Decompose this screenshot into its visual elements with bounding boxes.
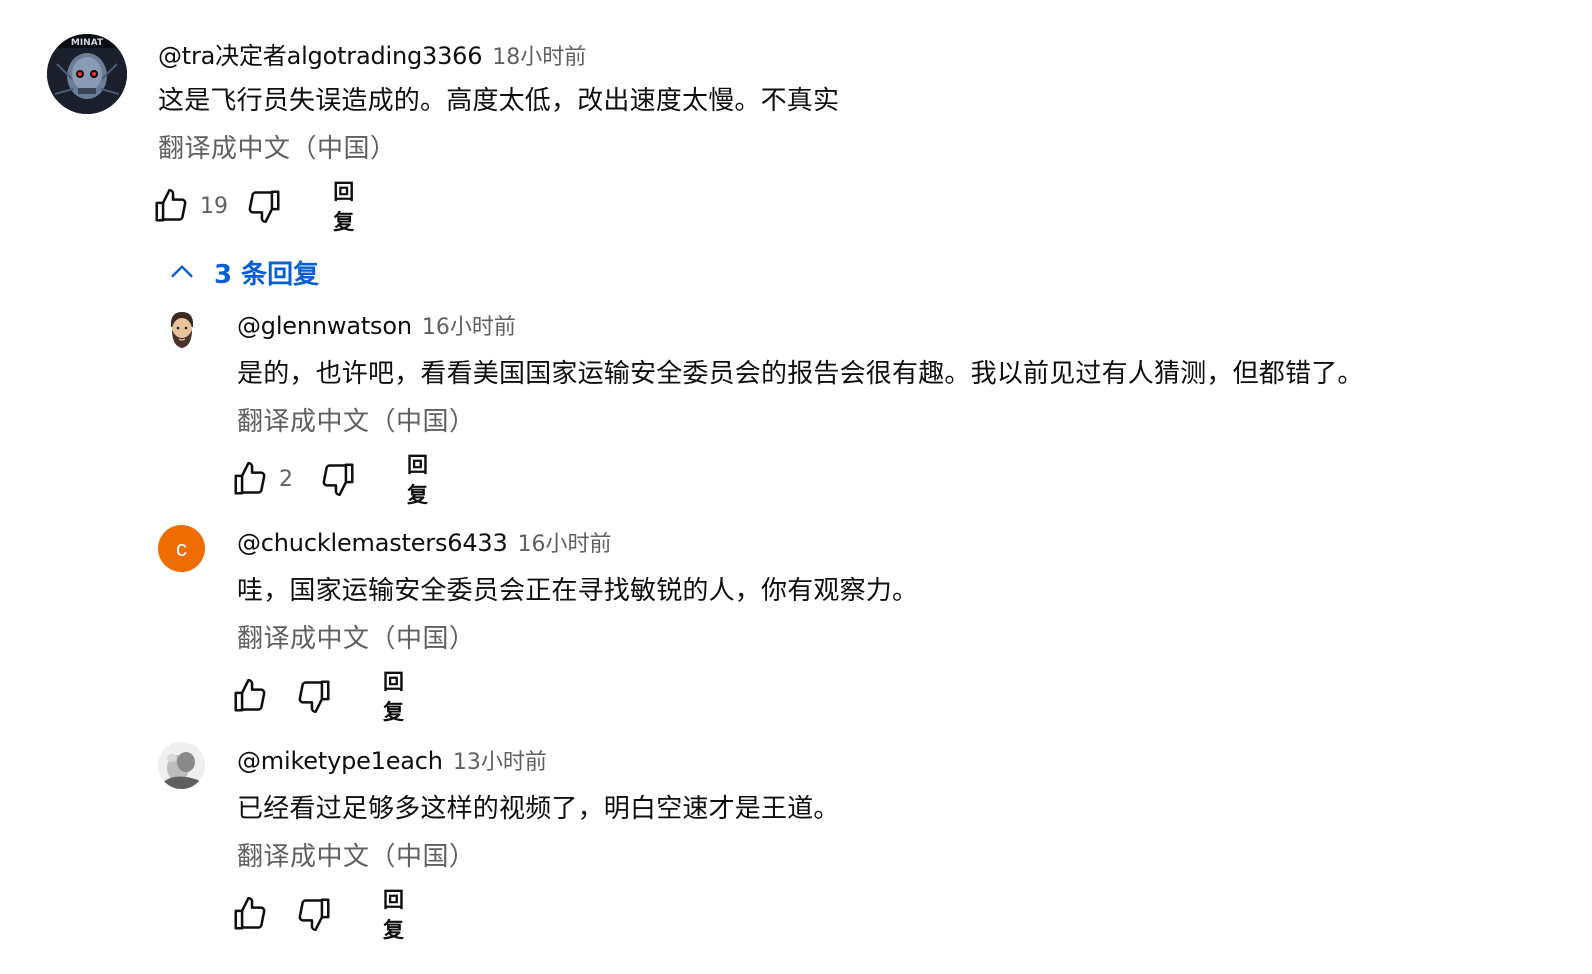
chevron-up-icon <box>171 265 193 278</box>
comment-time[interactable]: 13小时前 <box>453 744 547 776</box>
reply-button[interactable]: 回复 <box>407 449 432 509</box>
photo-avatar[interactable] <box>158 742 205 789</box>
thumb-down-icon <box>295 895 333 933</box>
thumb-up-icon <box>231 460 269 498</box>
reply-button[interactable]: 回复 <box>383 884 408 944</box>
svg-text:MINAT: MINAT <box>71 38 104 48</box>
thumb-down-icon <box>319 460 357 498</box>
comment-actions: 回复 <box>231 670 408 724</box>
dislike-button[interactable] <box>295 894 333 934</box>
bearded-man-avatar[interactable] <box>160 308 204 352</box>
comment-text: 这是飞行员失误造成的。高度太低，改出速度太慢。不真实 <box>158 86 840 116</box>
dislike-button[interactable] <box>245 186 283 226</box>
translate-link[interactable]: 翻译成中文（中国） <box>237 401 476 438</box>
author-name[interactable]: @glennwatson <box>237 312 412 340</box>
comment-actions: 19 回复 <box>152 180 365 234</box>
comment-text: 已经看过足够多这样的视频了，明白空速才是王道。 <box>237 794 840 824</box>
avatar-letter: c <box>176 535 187 561</box>
comment-actions: 2 回复 <box>231 453 432 507</box>
reply-button[interactable]: 回复 <box>383 666 408 726</box>
like-count: 2 <box>279 466 293 492</box>
photo-icon <box>158 742 205 789</box>
thumb-down-icon <box>245 187 283 225</box>
comment-text: 哇，国家运输安全委员会正在寻找敏锐的人，你有观察力。 <box>237 576 919 606</box>
reply-header: @chucklemasters6433 16小时前 <box>237 526 612 558</box>
author-name[interactable]: @miketype1each <box>237 747 443 775</box>
translate-link[interactable]: 翻译成中文（中国） <box>237 836 476 873</box>
like-button[interactable] <box>231 459 269 499</box>
dislike-button[interactable] <box>319 459 357 499</box>
thumb-up-icon <box>231 677 269 715</box>
thumb-up-icon <box>152 187 190 225</box>
like-count: 19 <box>200 193 228 219</box>
author-name[interactable]: @tra决定者algotrading3366 <box>158 36 482 71</box>
letter-avatar[interactable]: c <box>158 525 205 572</box>
translate-link[interactable]: 翻译成中文（中国） <box>237 618 476 655</box>
author-name[interactable]: @chucklemasters6433 <box>237 529 508 557</box>
terminator-skull-avatar[interactable]: MINAT <box>47 34 127 114</box>
dislike-button[interactable] <box>295 676 333 716</box>
comment-header: @tra决定者algotrading3366 18小时前 <box>158 36 586 71</box>
like-button[interactable] <box>152 186 190 226</box>
comment-time[interactable]: 16小时前 <box>422 309 516 341</box>
thumb-down-icon <box>295 677 333 715</box>
terminator-skull-icon: MINAT <box>47 34 127 114</box>
reply-button[interactable]: 回复 <box>333 176 365 236</box>
replies-toggle-button[interactable]: 3 条回复 <box>166 252 319 292</box>
reply-header: @glennwatson 16小时前 <box>237 309 516 341</box>
bearded-man-icon <box>160 308 204 352</box>
replies-count-label: 3 条回复 <box>214 259 320 290</box>
translate-link[interactable]: 翻译成中文（中国） <box>158 128 397 165</box>
thumb-up-icon <box>231 895 269 933</box>
reply-header: @miketype1each 13小时前 <box>237 744 547 776</box>
comment-text: 是的，也许吧，看看美国国家运输安全委员会的报告会很有趣。我以前见过有人猜测，但都… <box>237 359 1364 389</box>
like-button[interactable] <box>231 676 269 716</box>
like-button[interactable] <box>231 894 269 934</box>
comment-actions: 回复 <box>231 888 408 942</box>
comment-time[interactable]: 16小时前 <box>518 526 612 558</box>
comment-time[interactable]: 18小时前 <box>492 39 586 71</box>
